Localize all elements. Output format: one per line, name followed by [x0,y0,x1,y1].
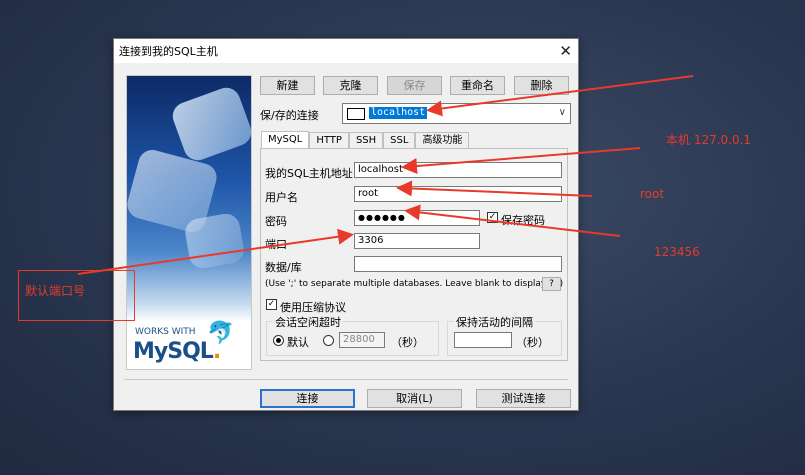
password-label: 密码 [265,215,287,228]
keepalive-seconds-label: （秒） [516,336,549,349]
tab-mysql[interactable]: MySQL [261,131,310,149]
footer-divider [124,379,568,380]
host-label: 我的SQL主机地址 [265,167,353,180]
password-annotation: 123456 [654,245,700,259]
tab-ssh[interactable]: SSH [348,132,384,149]
save-button[interactable]: 保存 [387,76,442,95]
username-input[interactable]: root [354,186,562,202]
mysql-tab-panel: 我的SQL主机地址 localhost 用户名 root 密码 ●●●●●● ✓… [260,148,568,361]
port-input[interactable]: 3306 [354,233,480,249]
compress-label: 使用压缩协议 [280,301,346,314]
password-input[interactable]: ●●●●●● [354,210,480,226]
chevron-down-icon[interactable]: ∨ [559,107,566,118]
test-connection-button[interactable]: 测试连接 [476,389,571,408]
default-label: 默认 [287,336,309,349]
saved-connection-select[interactable]: localhost ∨ [342,103,571,124]
side-banner-image: WORKS WITH MySQL. 🐬 [126,75,252,370]
puzzle-piece [183,211,246,271]
connect-dialog: 连接到我的SQL主机 ✕ WORKS WITH MySQL. 🐬 新建 克隆 保… [113,38,579,411]
mysql-logo: WORKS WITH MySQL. 🐬 [127,321,251,369]
tab-ssl[interactable]: SSL [383,132,416,149]
tab-http[interactable]: HTTP [309,132,349,149]
keepalive-input[interactable] [454,332,512,348]
clone-button[interactable]: 克隆 [323,76,378,95]
works-with-text: WORKS WITH [135,327,196,337]
color-swatch [347,108,365,120]
tab-advanced[interactable]: 高级功能 [415,132,470,149]
new-button[interactable]: 新建 [260,76,315,95]
tab-bar: MySQL HTTP SSH SSL 高级功能 [261,131,470,149]
keepalive-group: 保持活动的间隔 （秒） [447,314,562,356]
saved-connection-value: localhost [369,107,428,119]
user-label: 用户名 [265,191,298,204]
database-hint: (Use ';' to separate multiple databases.… [265,279,564,289]
database-label: 数据/库 [265,261,302,274]
close-icon[interactable]: ✕ [559,42,572,60]
host-annotation: 本机 127.0.0.1 [666,133,752,147]
help-button[interactable]: ? [542,277,561,291]
save-password-label: 保存密码 [501,214,545,227]
host-input[interactable]: localhost [354,162,562,178]
puzzle-piece [168,83,251,165]
timeout-input[interactable]: 28800 [339,332,385,348]
delete-button[interactable]: 删除 [514,76,569,95]
saved-connection-label: 保/存的连接 [260,109,319,122]
port-annotation: 默认端口号 [25,284,86,298]
connect-button[interactable]: 连接 [260,389,355,408]
keepalive-group-title: 保持活动的间隔 [454,314,535,330]
custom-timeout-radio[interactable] [323,335,334,346]
save-password-checkbox[interactable]: ✓ [487,212,498,223]
port-label: 端口 [265,238,287,251]
rename-button[interactable]: 重命名 [450,76,505,95]
timeout-group-title: 会话空闲超时 [273,314,343,330]
title-bar: 连接到我的SQL主机 ✕ [114,39,578,63]
cancel-button[interactable]: 取消(L) [367,389,462,408]
window-title: 连接到我的SQL主机 [119,45,218,58]
dolphin-icon: 🐬 [207,321,235,346]
database-input[interactable] [354,256,562,272]
compress-checkbox[interactable]: ✓ [266,299,277,310]
user-annotation: root [640,187,665,201]
timeout-seconds-label: （秒） [391,336,424,349]
timeout-group: 会话空闲超时 默认 28800 （秒） [266,314,439,356]
default-radio[interactable] [273,335,284,346]
